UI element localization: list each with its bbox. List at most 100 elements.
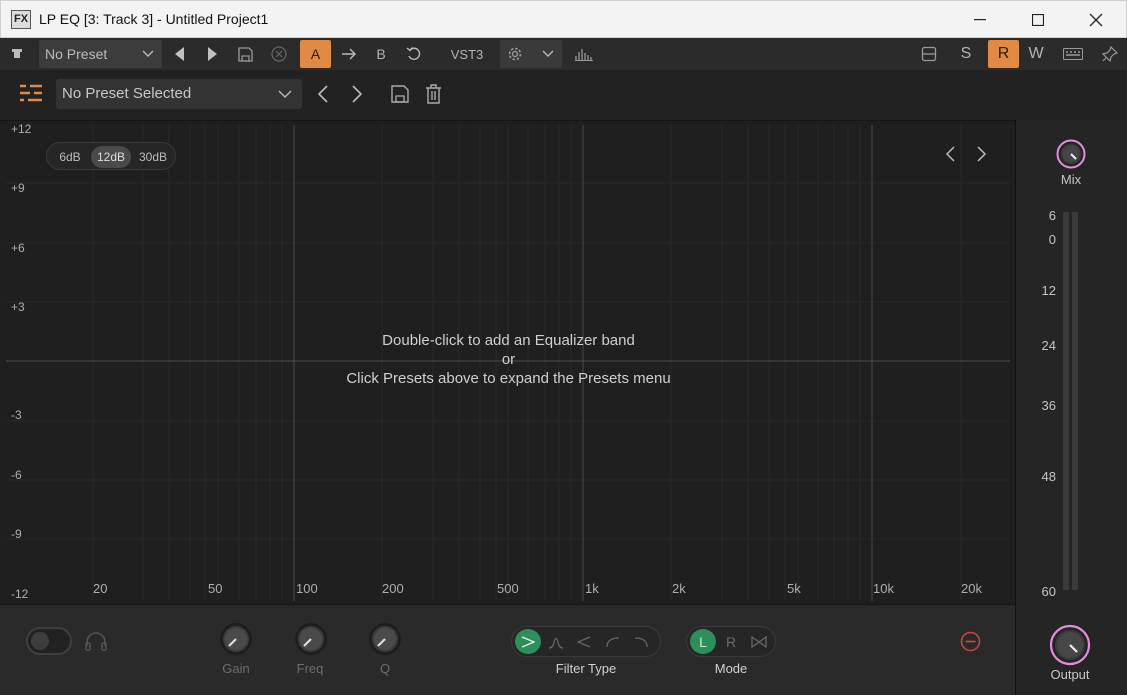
- toggle-thumb: [31, 632, 49, 650]
- remove-band-button[interactable]: [960, 631, 981, 657]
- freq-label-500: 500: [497, 581, 519, 596]
- host-toolbar: No Preset A B VST3 S R W: [0, 38, 1127, 70]
- output-meter-left: [1063, 212, 1069, 590]
- bars-icon: [575, 49, 593, 61]
- minimize-icon: [974, 19, 986, 21]
- presets-menu-icon: [20, 84, 42, 102]
- mode-stereo-button[interactable]: [746, 629, 772, 654]
- plugin-save-preset-button[interactable]: [391, 85, 409, 108]
- freq-label-200: 200: [382, 581, 404, 596]
- meter-scale-36: 36: [1041, 398, 1056, 413]
- high-shelf-icon: [634, 636, 648, 647]
- filter-type-group: [511, 626, 661, 657]
- q-knob[interactable]: [367, 621, 403, 662]
- gear-icon: [506, 45, 524, 68]
- b-slot-button[interactable]: B: [369, 38, 393, 70]
- a-slot-button[interactable]: A: [300, 40, 331, 68]
- sidechain-s-button[interactable]: S: [954, 38, 978, 70]
- keyboard-button[interactable]: [1061, 38, 1085, 70]
- filter-lowpass-button[interactable]: [571, 629, 597, 654]
- db-label-minus6: -6: [11, 468, 22, 482]
- meter-scale-48: 48: [1041, 469, 1056, 484]
- meter-scale-6: 6: [1048, 208, 1056, 223]
- bowtie-icon: [751, 635, 767, 648]
- filter-bell-button[interactable]: [543, 629, 569, 654]
- meter-scale-24: 24: [1041, 338, 1056, 353]
- chevron-right-icon: [977, 146, 987, 162]
- previous-preset-button[interactable]: [168, 38, 192, 70]
- undo-button[interactable]: [402, 38, 426, 70]
- filter-highshelf-button[interactable]: [628, 629, 654, 654]
- maximize-button[interactable]: [1009, 1, 1067, 39]
- db-label-minus12: -12: [11, 587, 29, 601]
- host-preset-value: No Preset: [45, 46, 108, 62]
- minus-circle-icon: [960, 631, 981, 652]
- copy-a-to-b-button[interactable]: [337, 38, 361, 70]
- plugin-format-label: VST3: [450, 46, 484, 62]
- delete-preset-button[interactable]: [267, 38, 291, 70]
- save-preset-button[interactable]: [233, 38, 257, 70]
- gain-knob[interactable]: [218, 621, 254, 662]
- mode-left-button[interactable]: L: [690, 629, 716, 654]
- freq-label: Freq: [296, 661, 324, 676]
- range-30db-button[interactable]: 30dB: [133, 146, 173, 168]
- range-12db-button[interactable]: 12dB: [91, 146, 131, 168]
- q-label: Q: [379, 661, 391, 676]
- gain-label: Gain: [222, 661, 250, 676]
- plugin-next-preset-button[interactable]: [350, 84, 364, 109]
- analyzer-button[interactable]: [572, 38, 596, 70]
- next-band-button[interactable]: [976, 145, 988, 168]
- filter-type-label: Filter Type: [555, 661, 617, 676]
- plugin-previous-preset-button[interactable]: [316, 84, 330, 109]
- filter-highpass-button[interactable]: [515, 629, 541, 654]
- minimize-button[interactable]: [951, 1, 1009, 39]
- band-enable-toggle[interactable]: [26, 627, 72, 655]
- window-title: LP EQ [3: Track 3] - Untitled Project1: [39, 11, 269, 27]
- mode-right-button[interactable]: R: [718, 629, 744, 654]
- settings-dropdown[interactable]: [500, 40, 562, 68]
- freq-label-20k: 20k: [961, 581, 982, 596]
- close-button[interactable]: [1067, 1, 1125, 39]
- meter-scale-0: 0: [1048, 232, 1056, 247]
- meter-scale-12: 12: [1041, 283, 1056, 298]
- display-range-toggle: 6dB 12dB 30dB: [46, 142, 176, 170]
- db-label-plus9: +9: [11, 181, 25, 195]
- knob-icon: [220, 623, 252, 655]
- previous-band-button[interactable]: [944, 145, 956, 168]
- plugin-delete-preset-button[interactable]: [425, 84, 442, 109]
- mix-knob[interactable]: [1056, 139, 1086, 174]
- range-6db-button[interactable]: 6dB: [51, 146, 89, 168]
- chevron-down-icon: [278, 79, 292, 119]
- freq-label-1k: 1k: [585, 581, 599, 596]
- undo-icon: [406, 47, 421, 60]
- lowpass-filter-icon: [577, 635, 591, 648]
- presets-menu-button[interactable]: [20, 84, 42, 107]
- write-w-button[interactable]: W: [1024, 38, 1048, 70]
- db-label-plus6: +6: [11, 241, 25, 255]
- filter-lowshelf-button[interactable]: [600, 629, 626, 654]
- bypass-layout-button[interactable]: [917, 38, 941, 70]
- save-icon: [237, 46, 253, 62]
- solo-listen-button[interactable]: [85, 631, 107, 656]
- knob-icon: [295, 623, 327, 655]
- host-preset-dropdown[interactable]: No Preset: [39, 40, 162, 68]
- knob-icon: [369, 623, 401, 655]
- freq-label-2k: 2k: [672, 581, 686, 596]
- fx-chain-button[interactable]: [8, 38, 26, 70]
- pin-button[interactable]: [1098, 38, 1122, 70]
- freq-knob[interactable]: [293, 621, 329, 662]
- db-label-minus3: -3: [11, 408, 22, 422]
- save-icon: [391, 85, 409, 103]
- headphones-icon: [85, 632, 107, 651]
- output-knob[interactable]: [1049, 624, 1091, 671]
- db-label-plus3: +3: [11, 300, 25, 314]
- read-r-button[interactable]: R: [988, 40, 1019, 68]
- plugin-preset-dropdown[interactable]: No Preset Selected: [56, 79, 302, 109]
- next-preset-button[interactable]: [200, 38, 224, 70]
- triangle-left-icon: [175, 47, 184, 61]
- mix-label: Mix: [1060, 172, 1082, 187]
- plugin-preset-value: No Preset Selected: [62, 85, 192, 102]
- trash-icon: [426, 84, 441, 104]
- title-bar: FX LP EQ [3: Track 3] - Untitled Project…: [0, 0, 1127, 38]
- window-icon: [921, 46, 937, 62]
